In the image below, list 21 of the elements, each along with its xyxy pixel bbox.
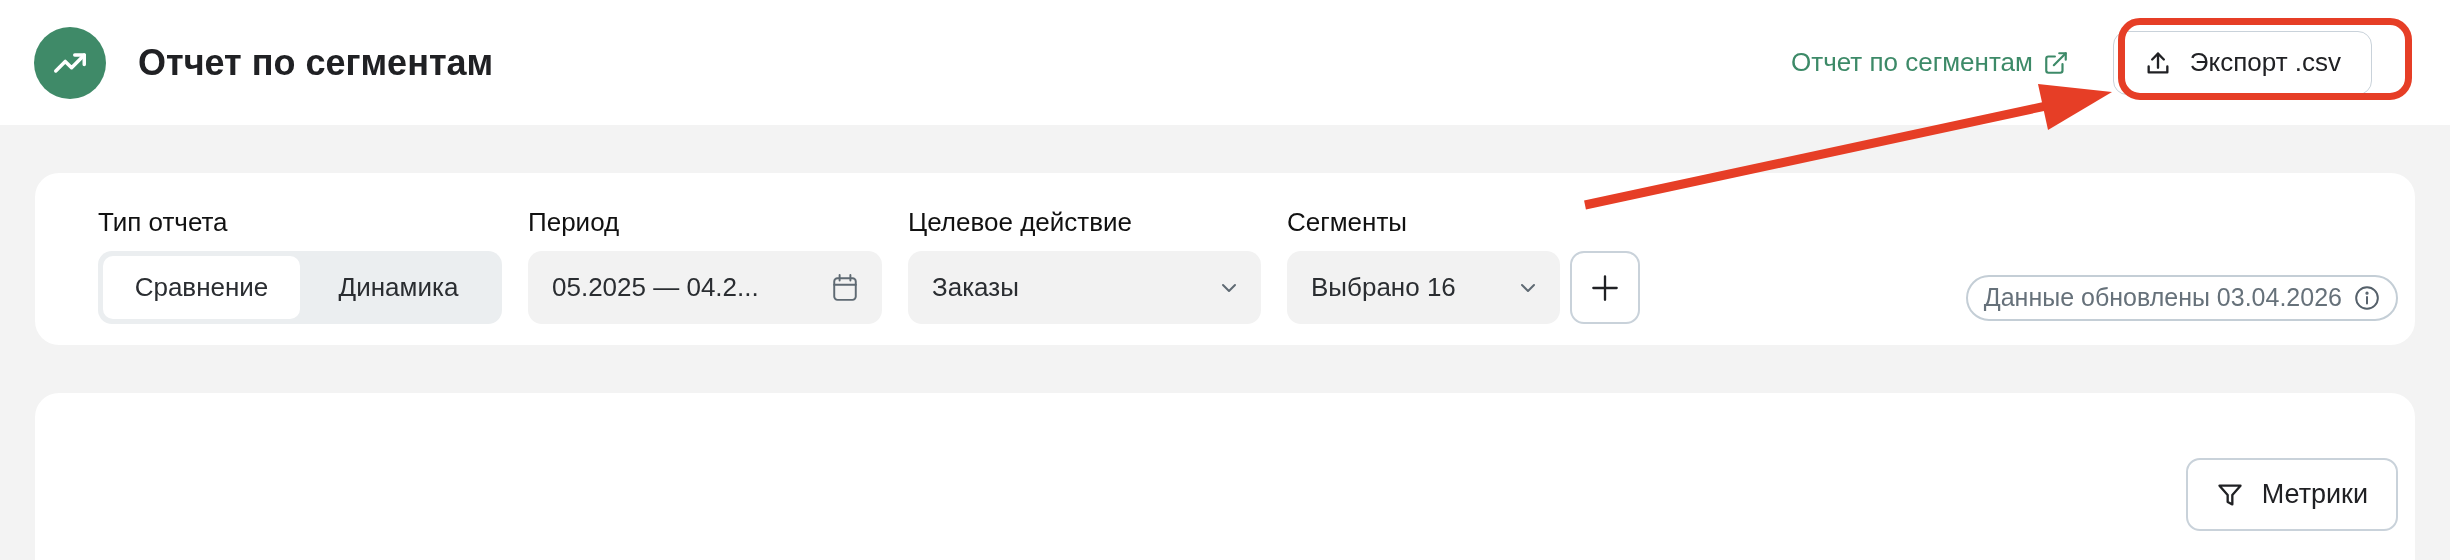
dropdown[interactable]: Заказы: [908, 251, 1261, 324]
plus-icon: [1591, 273, 1619, 302]
metrics-button[interactable]: Метрики: [2185, 458, 2398, 531]
toggle-option[interactable]: Сравнение: [103, 256, 300, 319]
chevron-down-icon: [1520, 282, 1536, 293]
page-title: Отчет по сегментам: [138, 40, 494, 85]
updated-text: Данные обновлены 03.04.2026: [1983, 282, 2342, 314]
calendar-icon: [832, 273, 858, 302]
info-icon: [2354, 285, 2380, 311]
date-range-field[interactable]: 05.2025 — 04.2...: [528, 251, 882, 324]
filter-label: Целевое действие: [908, 207, 1133, 237]
filter-label: Тип отчета: [98, 207, 229, 237]
export-button[interactable]: Экспорт .csv: [2112, 30, 2372, 95]
dropdown[interactable]: Выбрано 16: [1287, 251, 1560, 324]
add-button[interactable]: [1570, 251, 1640, 324]
report-link[interactable]: Отчет по сегментам: [1791, 43, 2069, 82]
filter-label: Период: [528, 207, 621, 237]
external-link-icon: [2042, 49, 2069, 76]
filter-label: Сегменты: [1287, 207, 1408, 237]
chevron-down-icon: [1221, 282, 1237, 293]
toggle-option[interactable]: Динамика: [300, 256, 497, 319]
